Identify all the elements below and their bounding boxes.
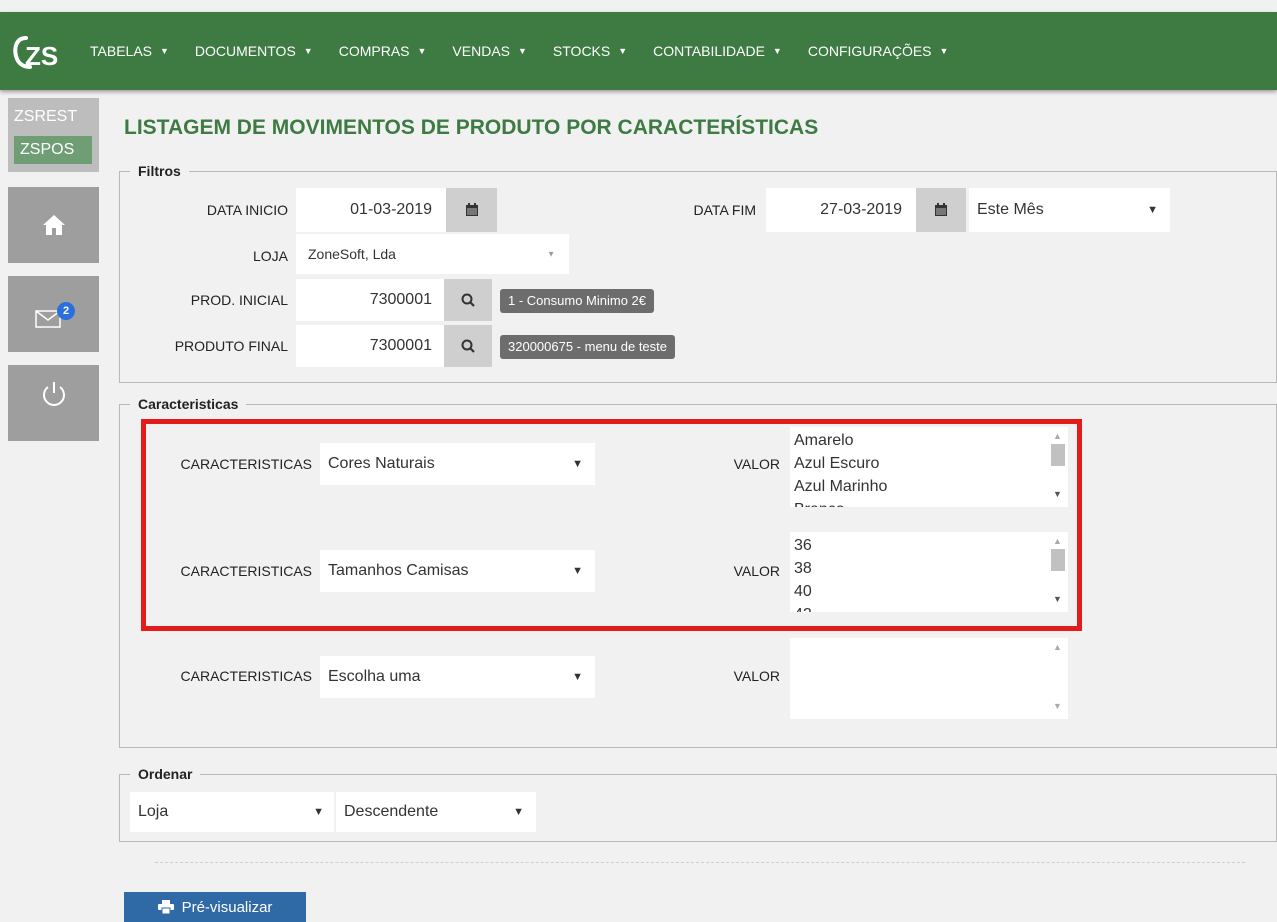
periodo-select-value: Este Mês [977, 201, 1044, 218]
caret-down-icon: ▼ [572, 671, 583, 683]
menu-contabilidade[interactable]: CONTABILIDADE ▼ [653, 43, 782, 59]
caret-down-icon: ▼ [417, 46, 427, 56]
ordenar-campo-select[interactable]: Loja ▼ [130, 792, 334, 832]
caracteristica-3-select[interactable]: Escolha uma ▼ [320, 656, 595, 698]
valor-3-listbox[interactable]: ▲ ▼ [790, 638, 1068, 719]
caret-down-icon: ▼ [772, 46, 782, 56]
menu-compras[interactable]: COMPRAS ▼ [339, 43, 427, 59]
data-inicio-input[interactable]: 01-03-2019 [296, 188, 446, 232]
data-fim-calendar-button[interactable] [916, 188, 966, 232]
app-switcher: ZSREST ZSPOS [8, 98, 99, 172]
divider [155, 862, 1245, 863]
prod-final-label: PRODUTO FINAL [174, 338, 288, 354]
ordenar-campo-value: Loja [138, 803, 169, 820]
menu-tabelas[interactable]: TABELAS ▼ [90, 43, 169, 59]
preview-button[interactable]: Pré-visualizar [124, 892, 306, 922]
highlight-frame [141, 419, 1082, 631]
main-menu: TABELAS ▼ DOCUMENTOS ▼ COMPRAS ▼ VENDAS ▼ ST… [90, 12, 974, 90]
data-inicio-calendar-button[interactable] [446, 188, 497, 232]
printer-icon [157, 900, 174, 914]
home-button[interactable] [8, 187, 99, 263]
caret-down-icon: ▼ [939, 46, 949, 56]
calendar-icon [935, 203, 947, 216]
data-fim-input[interactable]: 27-03-2019 [766, 188, 916, 232]
prod-inicial-input[interactable]: 7300001 [296, 279, 444, 321]
loja-select[interactable]: ZoneSoft, Lda ▼ [296, 234, 569, 274]
prod-final-tag: 320000675 - menu de teste [500, 335, 676, 359]
caret-down-icon: ▼ [518, 46, 527, 56]
menu-documentos[interactable]: DOCUMENTOS ▼ [195, 43, 313, 59]
caret-down-icon: ▼ [547, 249, 555, 259]
zs-logo-icon[interactable]: ZS [12, 34, 70, 70]
prod-inicial-tag: 1 - Consumo Minimo 2€ [500, 289, 654, 313]
caret-down-icon: ▼ [160, 46, 169, 56]
logout-button[interactable] [8, 365, 99, 441]
scroll-up-icon[interactable]: ▲ [1053, 642, 1062, 652]
ordenar-direcao-value: Descendente [344, 803, 439, 820]
caracteristica-3-value: Escolha uma [328, 668, 421, 685]
caret-down-icon: ▼ [1147, 204, 1158, 216]
caracteristica-3-label: CARACTERISTICAS [180, 668, 312, 684]
data-inicio-label: DATA INICIO [206, 202, 288, 218]
loja-select-value: ZoneSoft, Lda [308, 246, 396, 262]
calendar-icon [465, 203, 478, 216]
menu-vendas[interactable]: VENDAS ▼ [452, 43, 527, 59]
caret-down-icon: ▼ [513, 806, 524, 818]
home-icon [42, 215, 65, 235]
scroll-down-icon[interactable]: ▼ [1053, 701, 1062, 711]
caret-down-icon: ▼ [618, 46, 628, 56]
ordenar-legend: Ordenar [138, 766, 193, 782]
loja-label: LOJA [252, 248, 288, 264]
app-zspos[interactable]: ZSPOS [14, 136, 92, 164]
prod-inicial-search-button[interactable] [444, 279, 492, 321]
app-zsrest[interactable]: ZSREST [8, 108, 99, 126]
svg-text:ZS: ZS [25, 41, 58, 70]
search-icon [461, 339, 475, 353]
menu-configuracoes[interactable]: CONFIGURAÇÕES ▼ [808, 43, 949, 59]
top-navbar: ZS TABELAS ▼ DOCUMENTOS ▼ COMPRAS ▼ VENDAS ▼… [0, 12, 1277, 90]
caret-down-icon: ▼ [313, 806, 324, 818]
preview-button-label: Pré-visualizar [181, 898, 273, 916]
valor-3-label: VALOR [733, 668, 780, 684]
caret-down-icon: ▼ [303, 46, 313, 56]
unread-badge: 2 [57, 302, 75, 320]
prod-final-input[interactable]: 7300001 [296, 325, 444, 367]
power-icon [42, 382, 65, 406]
search-icon [461, 293, 475, 307]
listbox-scrollbar[interactable]: ▲ ▼ [1046, 638, 1068, 719]
periodo-select[interactable]: Este Mês ▼ [969, 188, 1170, 232]
menu-stocks[interactable]: STOCKS ▼ [553, 43, 627, 59]
prod-inicial-label: PROD. INICIAL [190, 292, 288, 308]
caracteristicas-legend: Caracteristicas [138, 396, 239, 412]
data-fim-label: DATA FIM [693, 202, 756, 218]
ordenar-direcao-select[interactable]: Descendente ▼ [336, 792, 536, 832]
messages-button[interactable]: 2 [8, 276, 99, 352]
prod-final-search-button[interactable] [444, 325, 492, 367]
filtros-legend: Filtros [138, 163, 181, 179]
page-title: LISTAGEM DE MOVIMENTOS DE PRODUTO POR CA… [124, 116, 819, 139]
